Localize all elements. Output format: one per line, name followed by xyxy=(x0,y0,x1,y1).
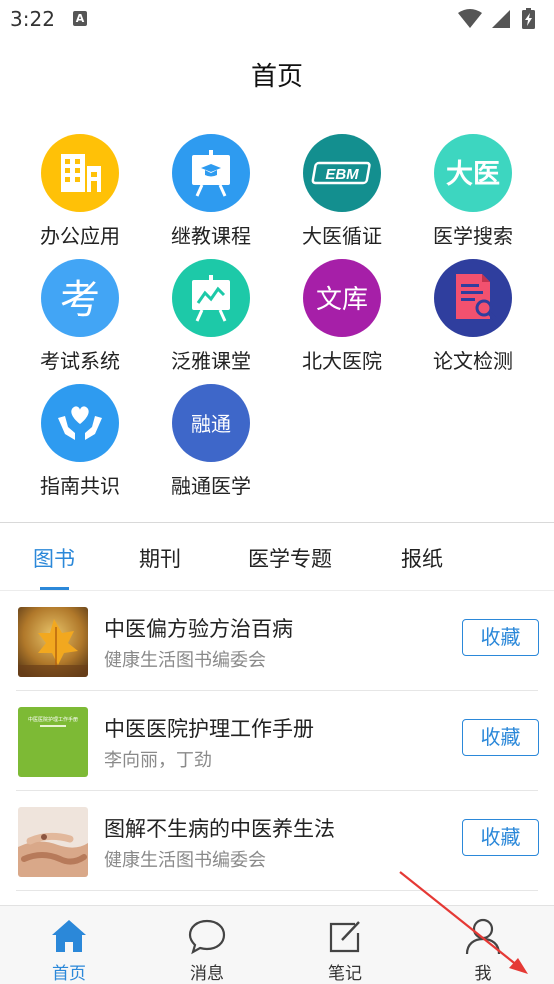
app-ebm[interactable]: EBM 大医循证 xyxy=(277,134,407,252)
rongtong-icon: 融通 xyxy=(172,384,250,462)
status-bar: 3:22 A xyxy=(0,0,554,40)
tab-medical-topics[interactable]: 医学专题 xyxy=(248,543,332,573)
app-guideline[interactable]: 指南共识 xyxy=(15,384,145,502)
list-item[interactable]: 中医医院护理工作手册 中医医院护理工作手册 李向丽，丁劲 收藏 xyxy=(16,691,539,791)
app-rongtong[interactable]: 融通 融通医学 xyxy=(146,384,276,502)
book-cover: 中医医院护理工作手册 xyxy=(18,707,88,777)
app-label: 指南共识 xyxy=(40,474,120,498)
book-cover xyxy=(18,607,88,677)
classroom-chart-icon xyxy=(172,259,250,337)
category-tabs: 图书 期刊 医学专题 报纸 xyxy=(0,523,554,591)
office-buildings-icon xyxy=(41,134,119,212)
list-item[interactable]: 中医偏方验方治百病 健康生活图书编委会 收藏 xyxy=(16,591,539,691)
nav-home[interactable]: 首页 xyxy=(0,906,138,984)
svg-text:考: 考 xyxy=(60,277,100,323)
nav-label: 笔记 xyxy=(328,964,362,984)
page-title: 首页 xyxy=(250,62,303,92)
app-hospital[interactable]: 文库 北大医院 xyxy=(277,259,407,377)
battery-icon xyxy=(522,8,535,29)
list-item[interactable]: 图解不生病的中医养生法 健康生活图书编委会 收藏 xyxy=(16,791,539,891)
nav-label: 我 xyxy=(474,964,492,984)
app-label: 继教课程 xyxy=(171,224,251,248)
book-title: 中医偏方验方治百病 xyxy=(104,617,293,641)
paper-check-icon xyxy=(434,259,512,337)
book-author: 李向丽，丁劲 xyxy=(104,750,212,771)
heart-hands-icon xyxy=(41,384,119,462)
home-icon xyxy=(52,920,86,952)
note-icon xyxy=(329,921,360,953)
app-label: 考试系统 xyxy=(40,349,120,373)
wifi-icon xyxy=(458,9,482,28)
app-paper-check[interactable]: 论文检测 xyxy=(408,259,538,377)
message-icon xyxy=(188,919,226,955)
tab-newspapers[interactable]: 报纸 xyxy=(401,543,443,573)
app-label: 泛雅课堂 xyxy=(171,349,251,373)
app-label: 大医循证 xyxy=(302,224,382,248)
row-divider xyxy=(16,890,538,891)
library-icon: 文库 xyxy=(303,259,381,337)
nav-profile[interactable]: 我 xyxy=(414,906,552,984)
app-label: 融通医学 xyxy=(171,474,251,498)
ebm-icon: EBM xyxy=(303,134,381,212)
app-label: 办公应用 xyxy=(40,224,120,248)
person-icon xyxy=(465,918,501,955)
daiyi-icon: 大医 xyxy=(434,134,512,212)
book-author: 健康生活图书编委会 xyxy=(104,650,266,671)
book-cover xyxy=(18,807,88,877)
svg-text:文库: 文库 xyxy=(316,285,368,315)
favorite-button[interactable]: 收藏 xyxy=(462,819,539,856)
bottom-nav: 首页 消息 笔记 我 xyxy=(0,905,554,984)
system-status-icons xyxy=(458,8,535,29)
status-time: 3:22 xyxy=(10,7,55,31)
app-label: 医学搜索 xyxy=(433,224,513,248)
tab-books[interactable]: 图书 xyxy=(33,543,75,573)
course-board-icon xyxy=(172,134,250,212)
nav-notes[interactable]: 笔记 xyxy=(276,906,414,984)
notification-icon: A xyxy=(73,11,87,26)
app-label: 北大医院 xyxy=(302,349,382,373)
tab-journals[interactable]: 期刊 xyxy=(139,543,181,573)
app-office[interactable]: 办公应用 xyxy=(15,134,145,252)
nav-messages[interactable]: 消息 xyxy=(138,906,276,984)
app-label: 论文检测 xyxy=(433,349,513,373)
exam-icon: 考 xyxy=(41,259,119,337)
app-search[interactable]: 大医 医学搜索 xyxy=(408,134,538,252)
svg-text:中医医院护理工作手册: 中医医院护理工作手册 xyxy=(28,716,78,723)
svg-text:融通: 融通 xyxy=(191,412,231,436)
book-author: 健康生活图书编委会 xyxy=(104,850,266,871)
signal-icon xyxy=(492,10,510,28)
app-exam[interactable]: 考 考试系统 xyxy=(15,259,145,377)
svg-text:大医: 大医 xyxy=(446,159,500,190)
favorite-button[interactable]: 收藏 xyxy=(462,719,539,756)
nav-label: 首页 xyxy=(52,964,86,984)
nav-label: 消息 xyxy=(190,964,224,984)
svg-text:EBM: EBM xyxy=(325,166,359,183)
favorite-button[interactable]: 收藏 xyxy=(462,619,539,656)
app-classroom[interactable]: 泛雅课堂 xyxy=(146,259,276,377)
book-title: 中医医院护理工作手册 xyxy=(104,717,314,741)
book-title: 图解不生病的中医养生法 xyxy=(104,817,335,841)
app-course[interactable]: 继教课程 xyxy=(146,134,276,252)
